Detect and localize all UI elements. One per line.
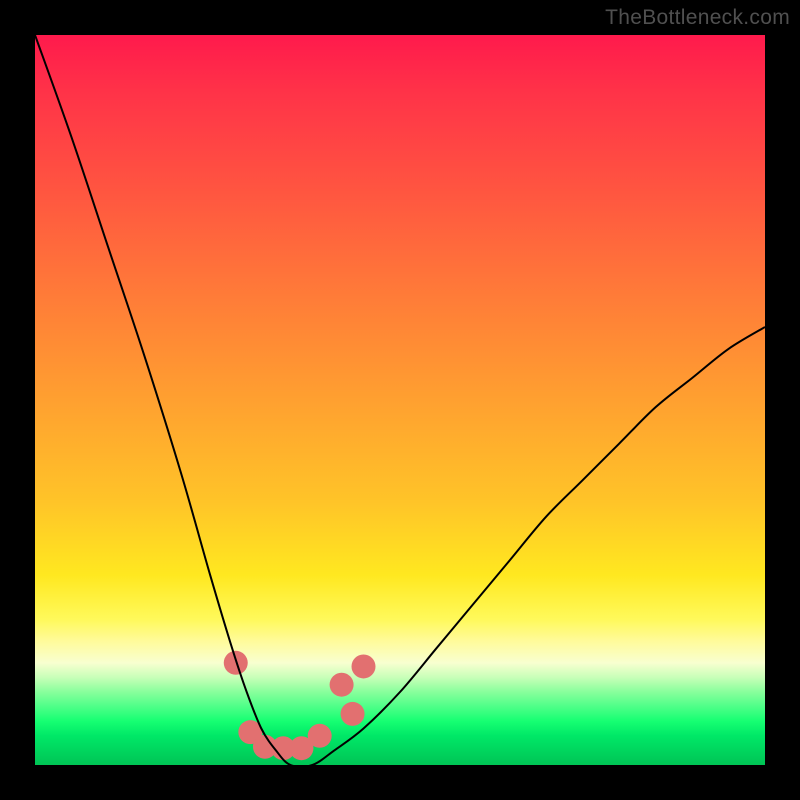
chart-svg <box>35 35 765 765</box>
chart-frame: TheBottleneck.com <box>0 0 800 800</box>
plot-area <box>35 35 765 765</box>
bottleneck-curve <box>35 35 765 765</box>
data-marker <box>341 702 365 726</box>
watermark-text: TheBottleneck.com <box>605 6 790 30</box>
data-markers <box>224 651 376 760</box>
data-marker <box>352 654 376 678</box>
data-marker <box>308 724 332 748</box>
data-marker <box>330 673 354 697</box>
